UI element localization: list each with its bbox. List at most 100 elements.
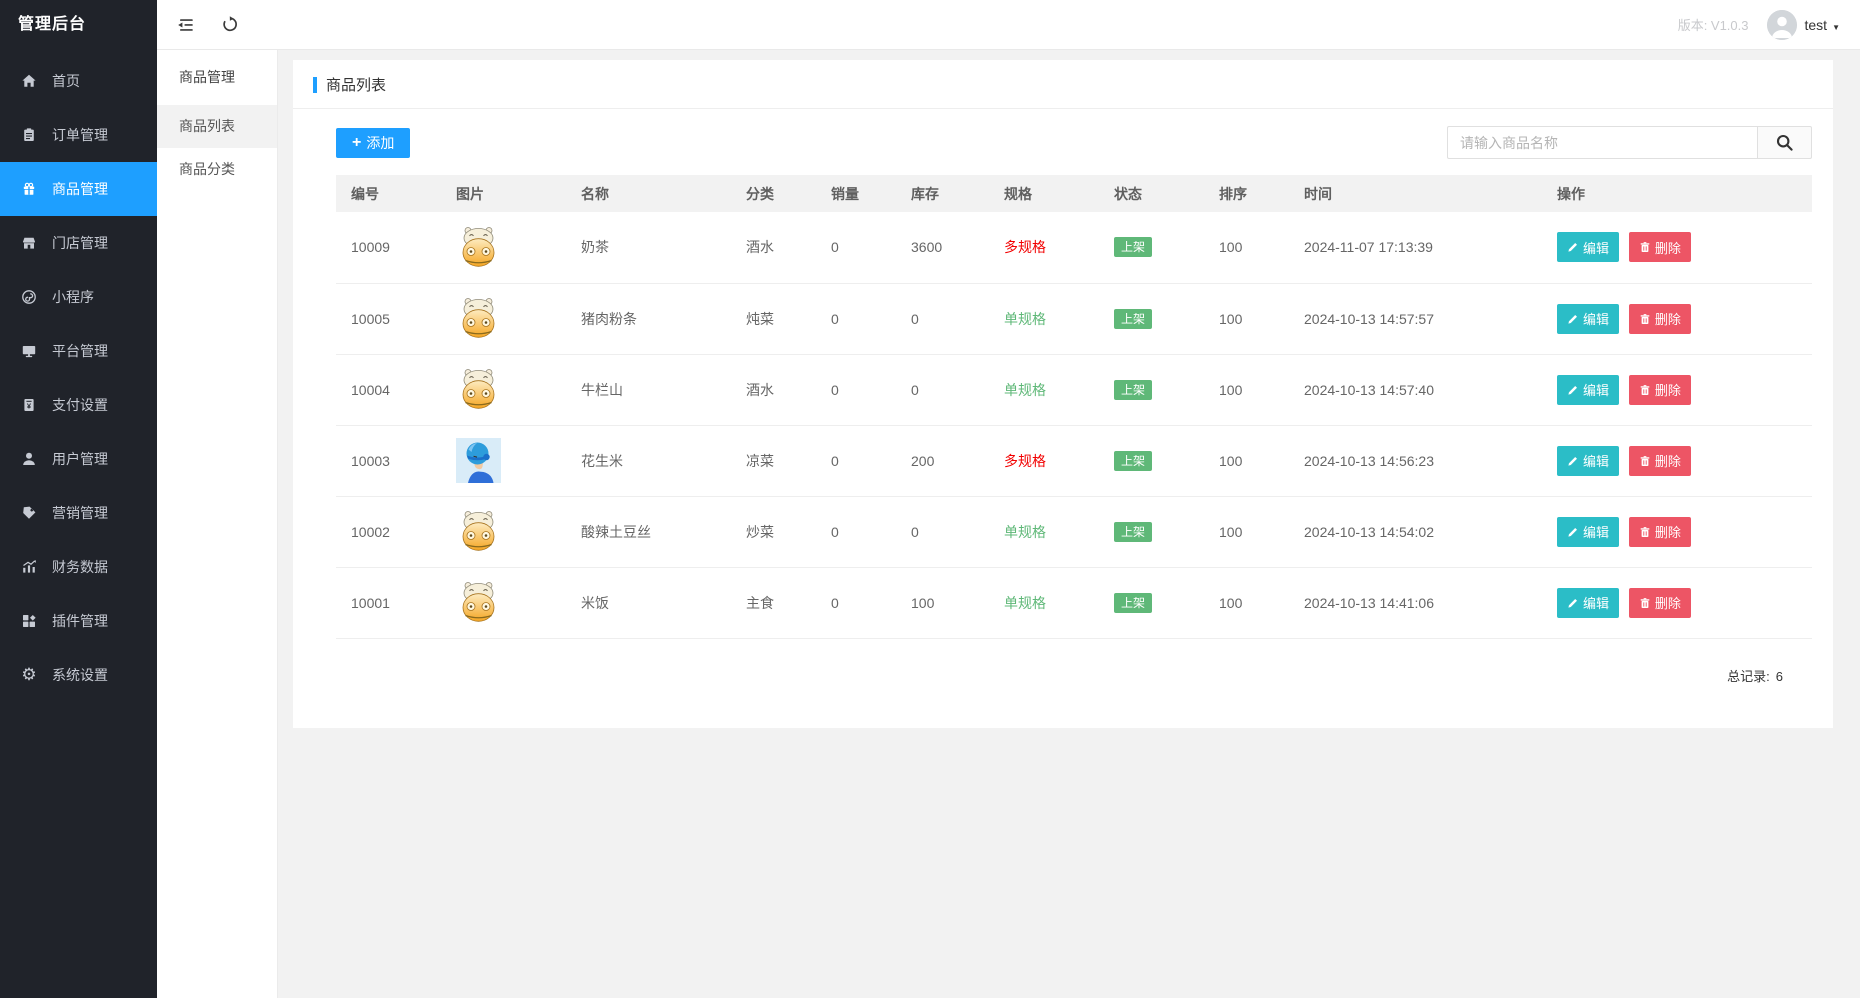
edit-button[interactable]: 编辑 bbox=[1557, 232, 1620, 263]
delete-button[interactable]: 删除 bbox=[1628, 445, 1691, 476]
add-button[interactable]: 添加 bbox=[336, 127, 411, 158]
product-image[interactable] bbox=[456, 438, 501, 483]
product-category: 炒菜 bbox=[731, 496, 816, 568]
col-id: 编号 bbox=[336, 175, 441, 212]
product-category: 酒水 bbox=[731, 212, 816, 284]
search-input[interactable] bbox=[1447, 126, 1757, 159]
sidebar-item-label: 插件管理 bbox=[52, 613, 108, 629]
sidebar-item-users[interactable]: 用户管理 bbox=[0, 432, 157, 486]
delete-button-label: 删除 bbox=[1654, 454, 1681, 469]
edit-button[interactable]: 编辑 bbox=[1557, 374, 1620, 405]
product-stock: 100 bbox=[896, 567, 989, 639]
edit-button-label: 编辑 bbox=[1583, 596, 1610, 611]
table-row: 10002 酸辣土豆丝 炒菜 0 0 单规格 上架 100 2024-10-13… bbox=[336, 496, 1812, 568]
collapse-sidebar-icon[interactable] bbox=[177, 16, 197, 34]
product-list-card: 商品列表 添加 bbox=[293, 60, 1833, 728]
delete-button[interactable]: 删除 bbox=[1628, 516, 1691, 547]
sidebar-item-plugins[interactable]: 插件管理 bbox=[0, 594, 157, 648]
edit-button[interactable]: 编辑 bbox=[1557, 516, 1620, 547]
sidebar-item-label: 首页 bbox=[52, 73, 80, 89]
sidebar-item-payment[interactable]: ¥ 支付设置 bbox=[0, 378, 157, 432]
sidebar-item-label: 商品管理 bbox=[52, 181, 108, 197]
trash-icon bbox=[1640, 455, 1650, 466]
sidebar-item-label: 平台管理 bbox=[52, 343, 108, 359]
hippo-image bbox=[462, 511, 495, 551]
table-header: 编号 图片 名称 分类 销量 库存 规格 状态 排序 时间 操作 bbox=[336, 175, 1812, 212]
col-status: 状态 bbox=[1099, 175, 1204, 212]
product-id: 10001 bbox=[336, 567, 441, 639]
spec-text: 多规格 bbox=[1004, 239, 1046, 256]
refresh-icon[interactable] bbox=[221, 16, 241, 34]
edit-button[interactable]: 编辑 bbox=[1557, 303, 1620, 334]
submenu-item-product-list[interactable]: 商品列表 bbox=[157, 105, 277, 148]
pencil-icon bbox=[1568, 598, 1577, 608]
submenu-title: 商品管理 bbox=[179, 69, 235, 85]
edit-button[interactable]: 编辑 bbox=[1557, 445, 1620, 476]
gear-icon bbox=[20, 667, 38, 683]
product-sales: 0 bbox=[816, 354, 896, 426]
tag-icon bbox=[20, 505, 38, 521]
sidebar-item-miniprogram[interactable]: 小程序 bbox=[0, 270, 157, 324]
sidebar-item-goods[interactable]: 商品管理 bbox=[0, 162, 157, 216]
delete-button-label: 删除 bbox=[1654, 240, 1681, 256]
order-icon bbox=[20, 127, 38, 143]
delete-button-label: 删除 bbox=[1654, 525, 1681, 540]
col-time: 时间 bbox=[1289, 175, 1479, 212]
sidebar-item-home[interactable]: 首页 bbox=[0, 54, 157, 108]
pencil-icon bbox=[1568, 314, 1577, 324]
product-sort: 100 bbox=[1204, 354, 1289, 426]
monitor-icon bbox=[20, 343, 38, 359]
sidebar-item-finance[interactable]: 财务数据 bbox=[0, 540, 157, 594]
content: 商品列表 添加 bbox=[278, 50, 1860, 998]
product-image[interactable] bbox=[456, 509, 501, 554]
delete-button[interactable]: 删除 bbox=[1628, 587, 1691, 618]
chart-icon bbox=[20, 559, 38, 575]
sidebar-item-orders[interactable]: 订单管理 bbox=[0, 108, 157, 162]
delete-button-label: 删除 bbox=[1654, 312, 1681, 327]
product-time: 2024-10-13 14:41:06 bbox=[1289, 567, 1479, 639]
product-name: 酸辣土豆丝 bbox=[566, 496, 731, 568]
product-image[interactable] bbox=[456, 580, 501, 625]
edit-button-label: 编辑 bbox=[1583, 383, 1610, 398]
topbar-right: 版本: V1.0.3 test bbox=[1678, 9, 1841, 40]
product-image[interactable] bbox=[456, 225, 501, 270]
sidebar-item-label: 系统设置 bbox=[52, 667, 108, 683]
product-image[interactable] bbox=[456, 367, 501, 412]
trash-icon bbox=[1640, 597, 1650, 608]
spec-text: 多规格 bbox=[1004, 452, 1046, 469]
add-button-label: 添加 bbox=[366, 134, 395, 151]
delete-button[interactable]: 删除 bbox=[1628, 303, 1691, 334]
sidebar-item-stores[interactable]: 门店管理 bbox=[0, 216, 157, 270]
product-sales: 0 bbox=[816, 212, 896, 284]
miniprogram-icon bbox=[20, 289, 38, 305]
status-badge: 上架 bbox=[1114, 592, 1153, 613]
submenu-item-product-category[interactable]: 商品分类 bbox=[157, 148, 277, 191]
product-name: 花生米 bbox=[566, 425, 731, 497]
delete-button[interactable]: 删除 bbox=[1628, 374, 1691, 405]
pencil-icon bbox=[1568, 385, 1577, 395]
pencil-icon bbox=[1568, 527, 1577, 537]
sidebar-item-marketing[interactable]: 营销管理 bbox=[0, 486, 157, 540]
search-button[interactable] bbox=[1757, 126, 1812, 159]
product-sort: 100 bbox=[1204, 567, 1289, 639]
store-icon bbox=[20, 235, 38, 251]
product-image[interactable] bbox=[456, 296, 501, 341]
product-time: 2024-10-13 14:57:40 bbox=[1289, 354, 1479, 426]
goods-icon bbox=[20, 181, 38, 197]
col-stock: 库存 bbox=[896, 175, 989, 212]
table-row: 10003 花生米 凉菜 0 200 多规格 上架 100 2024-10-13… bbox=[336, 425, 1812, 497]
hippo-image bbox=[462, 582, 495, 622]
product-name: 奶茶 bbox=[566, 212, 731, 284]
table-row: 10004 牛栏山 酒水 0 0 单规格 上架 100 2024-10-13 1… bbox=[336, 354, 1812, 426]
delete-button[interactable]: 删除 bbox=[1628, 232, 1691, 263]
sidebar-item-platform[interactable]: 平台管理 bbox=[0, 324, 157, 378]
title-accent-bar bbox=[313, 76, 317, 93]
spec-text: 单规格 bbox=[1004, 310, 1046, 327]
sidebar-item-settings[interactable]: 系统设置 bbox=[0, 648, 157, 702]
plus-icon bbox=[352, 134, 366, 152]
edit-button[interactable]: 编辑 bbox=[1557, 587, 1620, 618]
delete-button-label: 删除 bbox=[1654, 383, 1681, 398]
product-sort: 100 bbox=[1204, 425, 1289, 497]
status-badge: 上架 bbox=[1114, 450, 1153, 471]
user-dropdown[interactable]: test bbox=[1766, 9, 1841, 40]
